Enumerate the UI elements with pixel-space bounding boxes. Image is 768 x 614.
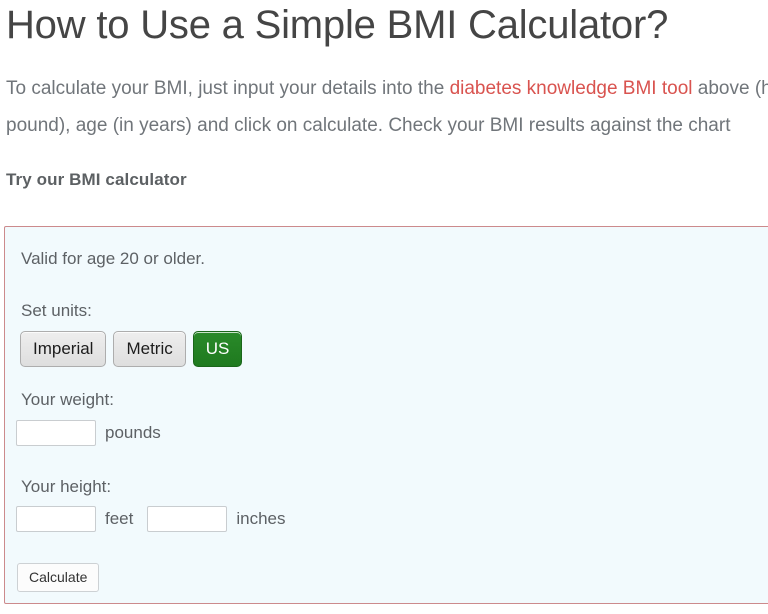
intro-text-before-link: To calculate your BMI, just input your d…	[6, 78, 450, 99]
article-page: How to Use a Simple BMI Calculator? To c…	[0, 0, 768, 614]
intro-line-2: pound), age (in years) and click on calc…	[6, 115, 731, 136]
height-feet-input[interactable]	[16, 506, 96, 532]
age-validity-note: Valid for age 20 or older.	[21, 249, 205, 268]
try-calculator-heading: Try our BMI calculator	[6, 170, 187, 189]
page-title: How to Use a Simple BMI Calculator?	[6, 3, 669, 47]
weight-label: Your weight:	[21, 390, 114, 409]
weight-unit-label: pounds	[105, 423, 161, 442]
height-feet-unit-label: feet	[105, 509, 134, 528]
unit-button-us[interactable]: US	[192, 331, 243, 367]
unit-selector-group: Imperial Metric US	[20, 331, 243, 367]
height-input-row: feet inches	[16, 506, 286, 532]
calculate-button[interactable]: Calculate	[17, 563, 100, 592]
height-inches-input[interactable]	[147, 506, 228, 532]
bmi-calculator-panel: Valid for age 20 or older. Set units: Im…	[4, 226, 768, 604]
unit-button-metric[interactable]: Metric	[113, 331, 186, 367]
weight-input[interactable]	[16, 420, 96, 446]
intro-line-1: To calculate your BMI, just input your d…	[6, 70, 768, 107]
intro-paragraph: To calculate your BMI, just input your d…	[6, 70, 768, 144]
height-inches-unit-label: inches	[236, 509, 286, 528]
intro-text-after-link: above (height in feet and inches, weight…	[697, 78, 768, 99]
diabetes-knowledge-bmi-tool-link[interactable]: diabetes knowledge BMI tool	[450, 78, 693, 99]
weight-input-row: pounds	[16, 420, 161, 446]
unit-button-imperial[interactable]: Imperial	[20, 331, 107, 367]
set-units-label: Set units:	[21, 301, 92, 320]
height-label: Your height:	[21, 477, 112, 496]
